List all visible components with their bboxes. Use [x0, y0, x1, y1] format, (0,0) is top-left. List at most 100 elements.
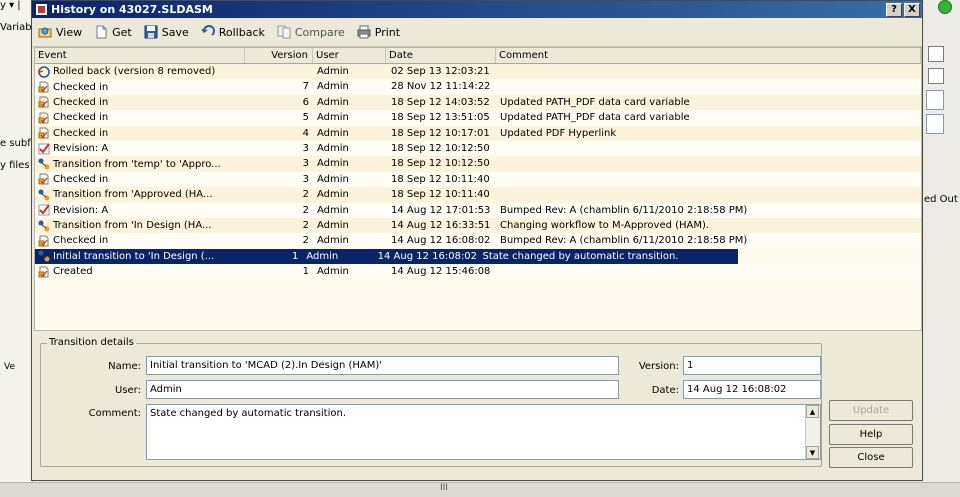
event-cell: Transition from 'temp' to 'Appro...	[35, 156, 245, 171]
version-cell: 1	[302, 266, 309, 278]
rollback-event-icon	[38, 65, 53, 78]
comment-cell	[496, 264, 766, 279]
background-text: y files	[0, 160, 30, 171]
comment-field[interactable]: State changed by automatic transition. ▲…	[146, 404, 821, 460]
background-field[interactable]	[926, 90, 944, 110]
date-cell: 14 Aug 12 16:33:51	[391, 219, 491, 231]
table-row[interactable]: Created 1 Admin 14 Aug 12 15:46:08	[35, 264, 921, 280]
version-cell: 2	[302, 235, 309, 247]
comment-cell	[496, 141, 766, 156]
help-title-button[interactable]: ?	[886, 2, 902, 17]
save-button[interactable]: Save	[144, 25, 189, 39]
update-button[interactable]: Update	[829, 400, 913, 421]
table-row[interactable]: Checked in 4 Admin 18 Sep 12 10:17:01 Update…	[35, 125, 921, 141]
revision-icon	[38, 204, 53, 216]
date-cell: 14 Aug 12 15:46:08	[391, 266, 491, 278]
background-dropdown[interactable]	[928, 46, 944, 62]
transition-icon	[38, 220, 53, 232]
event-cell: Checked in	[35, 233, 245, 248]
version-cell	[245, 64, 313, 79]
app-icon	[36, 4, 47, 15]
table-row[interactable]: Checked in 3 Admin 18 Sep 12 10:11:40	[35, 171, 921, 188]
version-cell: 2	[302, 204, 309, 216]
column-header-event[interactable]: Event	[35, 48, 245, 63]
view-button[interactable]: View	[38, 25, 82, 39]
background-tab[interactable]: Ve	[4, 362, 15, 372]
event-cell: Transition from 'Approved (HA...	[35, 187, 245, 202]
run-icon[interactable]	[938, 0, 952, 14]
compare-icon	[277, 25, 291, 39]
table-row[interactable]: Checked in 7 Admin 28 Nov 12 11:14:22	[35, 79, 921, 95]
transition-icon	[38, 250, 53, 262]
event-cell: Checked in	[35, 172, 245, 187]
date-field[interactable]: 14 Aug 12 16:08:02	[683, 380, 821, 399]
close-title-button[interactable]: X	[904, 2, 920, 17]
user-cell: Admin	[317, 235, 349, 247]
name-field[interactable]: Initial transition to 'MCAD (2).In Desig…	[146, 356, 619, 375]
dialog-titlebar[interactable]: History on 43027.SLDASM ? X	[32, 1, 922, 18]
table-row[interactable]: Transition from 'temp' to 'Appro... 3 Admi…	[35, 156, 921, 172]
user-cell: Admin	[317, 266, 349, 278]
view-icon	[38, 27, 52, 38]
background-field[interactable]	[926, 114, 944, 134]
get-button[interactable]: Get	[94, 25, 132, 39]
user-cell: Admin	[317, 158, 349, 170]
user-cell: Admin	[317, 173, 349, 185]
history-list[interactable]: Event Version User Date Comment Rolled b…	[34, 47, 922, 331]
close-button[interactable]: Close	[829, 447, 913, 468]
checkin-icon	[38, 266, 53, 278]
date-cell: 18 Sep 12 10:11:40	[391, 173, 490, 185]
table-row-selected[interactable]: Initial transition to 'In Design (... 1 Ad…	[35, 248, 738, 265]
user-label: User:	[115, 385, 141, 396]
user-cell: Admin	[317, 204, 349, 216]
list-header: Event Version User Date Comment	[35, 48, 921, 64]
user-cell: Admin	[317, 142, 349, 154]
date-cell: 18 Sep 12 14:03:52	[391, 96, 490, 108]
version-cell: 1	[291, 250, 299, 262]
version-field[interactable]: 1	[683, 356, 821, 375]
column-header-version[interactable]: Version	[245, 48, 313, 63]
column-header-date[interactable]: Date	[386, 48, 496, 63]
comment-cell: State changed by automatic transition.	[482, 250, 679, 262]
version-label: Version:	[638, 361, 679, 372]
column-header-comment[interactable]: Comment	[496, 48, 921, 63]
compare-button[interactable]: Compare	[277, 25, 345, 39]
help-button[interactable]: Help	[829, 424, 913, 445]
version-cell: 3	[302, 158, 309, 170]
user-cell: Admin	[317, 219, 349, 231]
comment-scrollbar[interactable]: ▲ ▼	[805, 405, 820, 459]
user-cell: Admin	[317, 189, 349, 201]
user-field[interactable]: Admin	[146, 380, 619, 399]
table-row[interactable]: Checked in 6 Admin 18 Sep 12 14:03:52 Update…	[35, 94, 921, 111]
comment-text: State changed by automatic transition.	[150, 408, 346, 419]
checkin-icon	[38, 127, 53, 139]
comment-label: Comment:	[88, 408, 141, 419]
background-status-bar: III	[0, 482, 960, 497]
background-text: ed Out I	[924, 194, 960, 205]
scroll-up-icon[interactable]: ▲	[806, 405, 819, 418]
print-icon	[357, 25, 371, 39]
column-header-user[interactable]: User	[313, 48, 386, 63]
date-cell: 02 Sep 13 12:03:21	[391, 66, 490, 77]
comment-cell	[496, 64, 766, 79]
comment-cell	[496, 187, 766, 202]
background-dropdown[interactable]	[928, 68, 944, 84]
rollback-icon	[201, 25, 215, 36]
table-row[interactable]: Rolled back (version 8 removed) Admin 02 S…	[35, 64, 921, 80]
print-button[interactable]: Print	[357, 25, 400, 39]
table-row[interactable]: Revision: A 2 Admin 14 Aug 12 17:01:53 Bumpe…	[35, 202, 921, 218]
table-row[interactable]: Checked in 2 Admin 14 Aug 12 16:08:02 Bumped…	[35, 233, 921, 249]
table-row[interactable]: Revision: A 3 Admin 18 Sep 12 10:12:50	[35, 140, 921, 157]
table-row[interactable]: Checked in 5 Admin 18 Sep 12 13:51:05 Update…	[35, 110, 921, 126]
background-left-panel: y ▾ | Variabl e subfo y files Ve	[0, 0, 37, 496]
date-cell: 14 Aug 12 17:01:53	[391, 204, 491, 216]
date-cell: 18 Sep 12 10:12:50	[391, 158, 490, 170]
date-cell: 18 Sep 12 10:11:40	[391, 189, 490, 201]
rollback-button[interactable]: Rollback	[201, 25, 265, 39]
comment-cell: Updated PDF Hyperlink	[500, 127, 617, 139]
table-row[interactable]: Transition from 'In Design (HA... 2 Admin 1…	[35, 217, 921, 234]
version-cell: 2	[302, 219, 309, 231]
table-row[interactable]: Transition from 'Approved (HA... 2 Admin 18…	[35, 187, 921, 203]
scroll-down-icon[interactable]: ▼	[806, 446, 819, 459]
version-cell: 3	[302, 173, 309, 185]
